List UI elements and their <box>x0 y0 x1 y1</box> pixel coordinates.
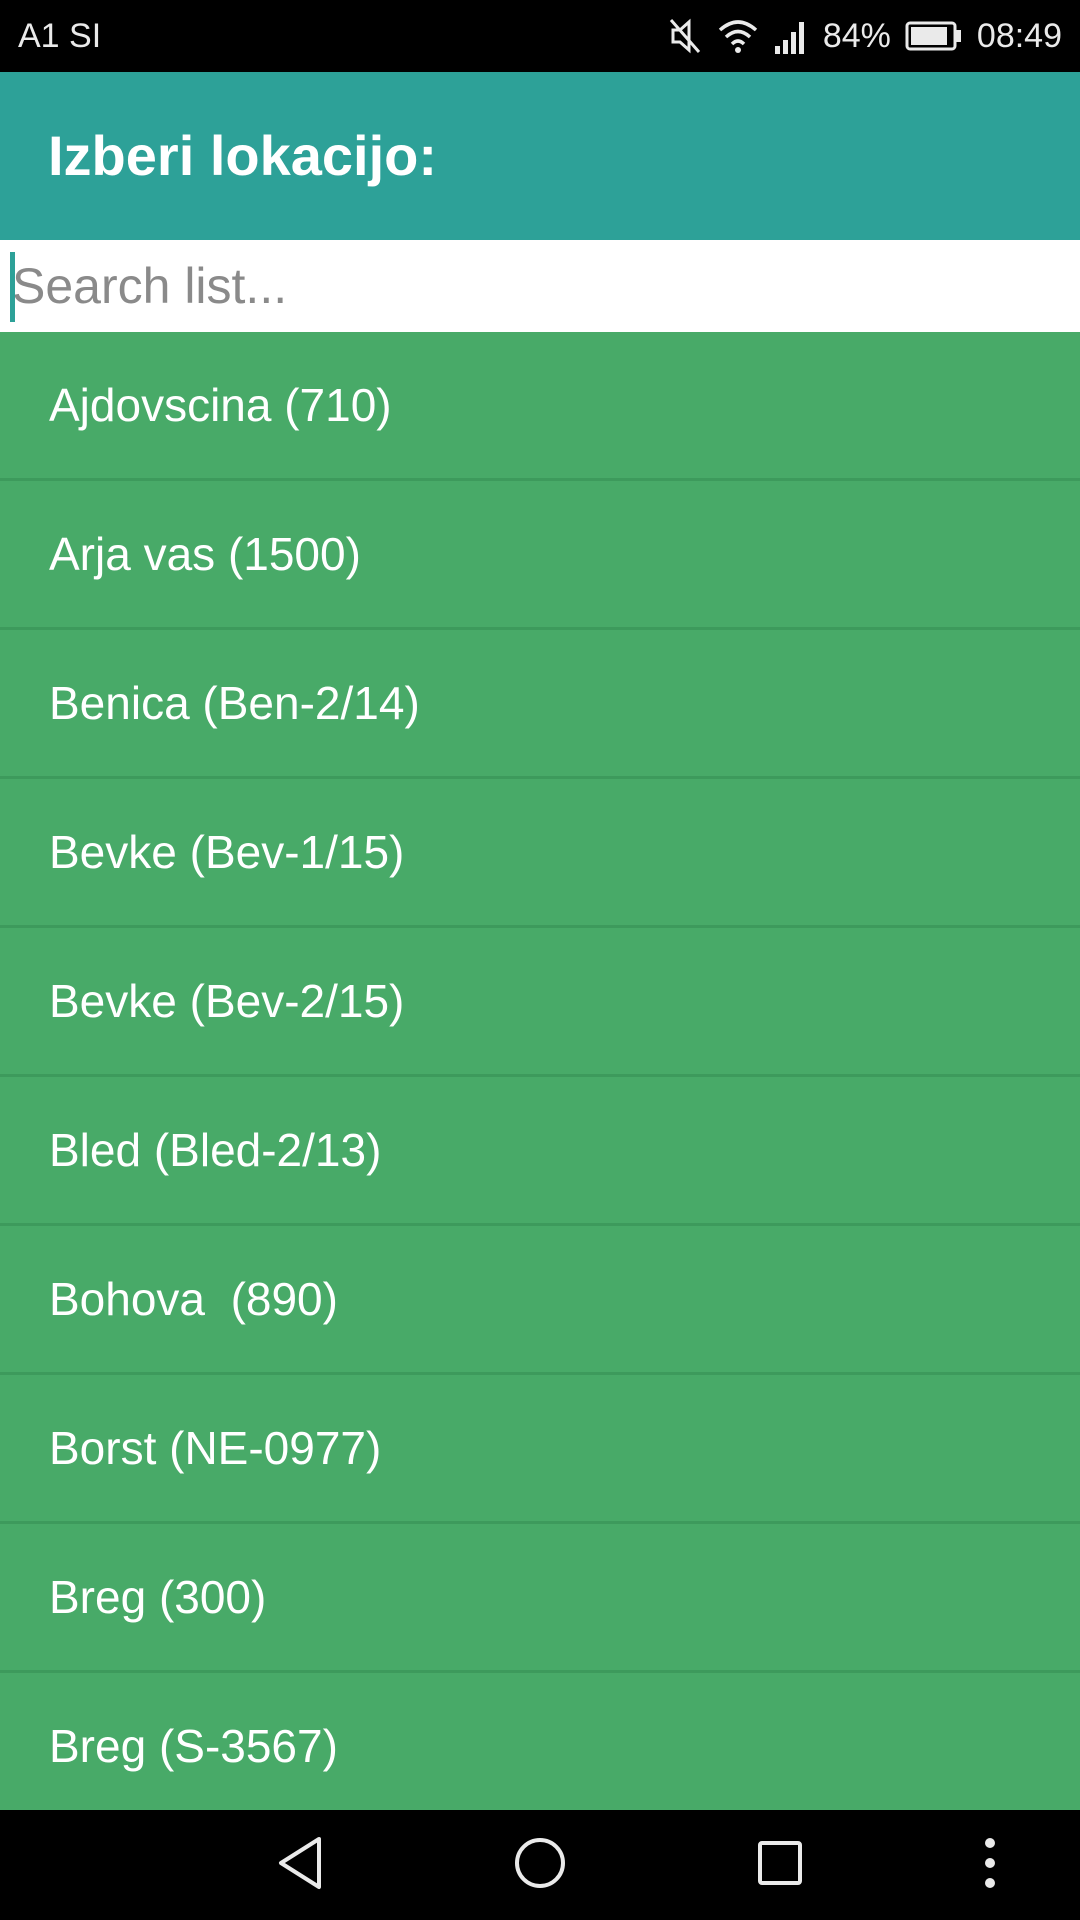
navigation-bar <box>0 1810 1080 1920</box>
list-item[interactable]: Arja vas (1500) <box>0 481 1080 630</box>
list-item[interactable]: Breg (S-3567) <box>0 1673 1080 1810</box>
location-list[interactable]: Ajdovscina (710) Arja vas (1500) Benica … <box>0 332 1080 1810</box>
wifi-icon <box>717 16 759 56</box>
list-item-label: Breg (S-3567) <box>49 1720 338 1772</box>
list-item-label: Borst (NE-0977) <box>49 1422 382 1474</box>
back-icon <box>275 1835 325 1896</box>
search-input[interactable] <box>12 240 1062 332</box>
signal-icon <box>773 16 809 56</box>
app-bar: Izberi lokacijo: <box>0 72 1080 240</box>
page-title: Izberi lokacijo: <box>48 124 437 187</box>
list-item[interactable]: Borst (NE-0977) <box>0 1375 1080 1524</box>
back-button[interactable] <box>250 1810 350 1920</box>
status-bar: A1 SI 84% 08:49 <box>0 0 1080 72</box>
list-item[interactable]: Bevke (Bev-2/15) <box>0 928 1080 1077</box>
list-item[interactable]: Bohova (890) <box>0 1226 1080 1375</box>
list-item[interactable]: Breg (300) <box>0 1524 1080 1673</box>
list-item-label: Bevke (Bev-1/15) <box>49 826 405 878</box>
clock: 08:49 <box>976 16 1062 55</box>
list-item-label: Ajdovscina (710) <box>49 379 392 431</box>
list-item-label: Arja vas (1500) <box>49 528 361 580</box>
search-bar <box>0 240 1080 332</box>
list-item[interactable]: Ajdovscina (710) <box>0 332 1080 481</box>
list-item-label: Breg (300) <box>49 1571 267 1623</box>
battery-percent: 84% <box>822 16 891 55</box>
home-icon <box>513 1836 567 1895</box>
list-item[interactable]: Benica (Ben-2/14) <box>0 630 1080 779</box>
list-item-label: Bohova (890) <box>49 1273 338 1325</box>
carrier-label: A1 SI <box>18 17 102 55</box>
more-button[interactable] <box>960 1810 1020 1920</box>
status-icons: 84% 08:49 <box>667 10 1062 62</box>
home-button[interactable] <box>490 1810 590 1920</box>
recents-button[interactable] <box>730 1810 830 1920</box>
mute-icon <box>667 16 703 56</box>
list-item-label: Bevke (Bev-2/15) <box>49 975 405 1027</box>
list-item-label: Benica (Ben-2/14) <box>49 677 420 729</box>
more-icon <box>982 1835 998 1896</box>
text-cursor <box>10 252 15 322</box>
recents-icon <box>756 1839 804 1892</box>
list-item[interactable]: Bled (Bled-2/13) <box>0 1077 1080 1226</box>
list-item-label: Bled (Bled-2/13) <box>49 1124 382 1176</box>
list-item[interactable]: Bevke (Bev-1/15) <box>0 779 1080 928</box>
battery-icon <box>905 21 963 51</box>
